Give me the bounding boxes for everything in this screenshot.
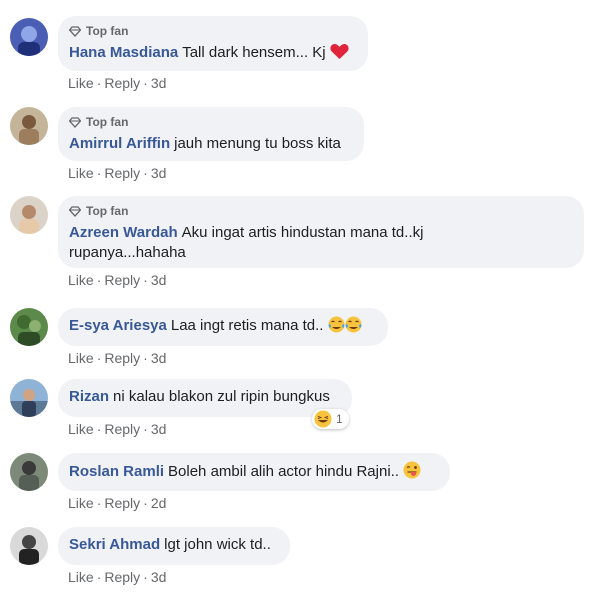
comment-bubble: E-sya Ariesya Laa ingt retis mana td.. [58,308,388,346]
comment-actions: Like · Reply · 3d [68,272,167,288]
comment-text: lgt john wick td.. [164,536,271,553]
avatar[interactable] [10,379,48,417]
red-heart-icon [330,44,349,59]
comment-bubble: Top fan Hana Masdiana Tall dark hensem...… [58,16,368,71]
comment-author[interactable]: Amirrul Ariffin [69,135,170,152]
avatar[interactable] [10,308,48,346]
reaction-summary[interactable]: 1 [312,409,349,429]
winking-tongue-icon [403,461,421,479]
tears-of-joy-icon [328,316,345,333]
comment-text: Boleh ambil alih actor hindu Rajni.. [168,463,399,480]
comment-time[interactable]: 3d [151,421,167,437]
avatar[interactable] [10,453,48,491]
comment-bubble: Rizan ni kalau blakon zul ripin bungkus [58,379,352,417]
comment-text: Laa ingt retis mana td.. [170,317,324,334]
comment-time[interactable]: 3d [151,569,167,585]
reply-link[interactable]: Reply [104,569,140,585]
comment-author[interactable]: Hana Masdiana [69,44,178,61]
tears-of-joy-icon [345,316,362,333]
comment-author[interactable]: Sekri Ahmad [69,536,160,553]
comment-actions: Like · Reply · 3d [68,75,167,91]
comment-bubble: Roslan Ramli Boleh ambil alih actor hindu… [58,453,450,491]
comment-text: Aku ingat artis hindustan mana td..kj [181,224,424,241]
avatar[interactable] [10,107,48,145]
avatar[interactable] [10,18,48,56]
comment-author[interactable]: Rizan [69,388,109,405]
top-fan-badge: Top fan [69,24,356,38]
like-link[interactable]: Like [68,495,94,511]
comment-time[interactable]: 3d [151,350,167,366]
comment-author[interactable]: Roslan Ramli [69,463,164,480]
comment-time[interactable]: 3d [151,165,167,181]
reaction-count: 1 [336,412,343,426]
comment-author[interactable]: E-sya Ariesya [69,317,167,334]
comment-actions: Like · Reply · 3d [68,350,167,366]
like-link[interactable]: Like [68,350,94,366]
like-link[interactable]: Like [68,272,94,288]
top-fan-badge: Top fan [69,115,352,129]
like-link[interactable]: Like [68,569,94,585]
comment-actions: Like · Reply · 3d [68,569,167,585]
comment-author[interactable]: Azreen Wardah [69,224,178,241]
avatar[interactable] [10,527,48,565]
like-link[interactable]: Like [68,421,94,437]
comment-actions: Like · Reply · 3d [68,165,167,181]
comment-time[interactable]: 3d [151,272,167,288]
comment-time[interactable]: 2d [151,495,167,511]
comment-time[interactable]: 3d [151,75,167,91]
comment-bubble: Sekri Ahmad lgt john wick td.. [58,527,290,565]
like-link[interactable]: Like [68,165,94,181]
comment-text: Tall dark hensem... Kj [182,44,326,61]
comment-bubble: Top fan Amirrul Ariffin jauh menung tu bo… [58,107,364,161]
comment-bubble: Top fan Azreen Wardah Aku ingat artis hin… [58,196,584,268]
reply-link[interactable]: Reply [104,421,140,437]
like-link[interactable]: Like [68,75,94,91]
diamond-icon [69,25,81,37]
comment-actions: Like · Reply · 3d [68,421,167,437]
comment-actions: Like · Reply · 2d [68,495,167,511]
reply-link[interactable]: Reply [104,165,140,181]
reply-link[interactable]: Reply [104,350,140,366]
comment-text: jauh menung tu boss kita [174,135,341,152]
diamond-icon [69,205,81,217]
laughing-reaction-icon [314,410,332,428]
avatar[interactable] [10,196,48,234]
top-fan-badge: Top fan [69,204,572,218]
reply-link[interactable]: Reply [104,495,140,511]
reply-link[interactable]: Reply [104,75,140,91]
comment-text: ni kalau blakon zul ripin bungkus [113,388,330,405]
reply-link[interactable]: Reply [104,272,140,288]
diamond-icon [69,116,81,128]
comment-text-continued: rupanya...hahaha [69,244,186,261]
